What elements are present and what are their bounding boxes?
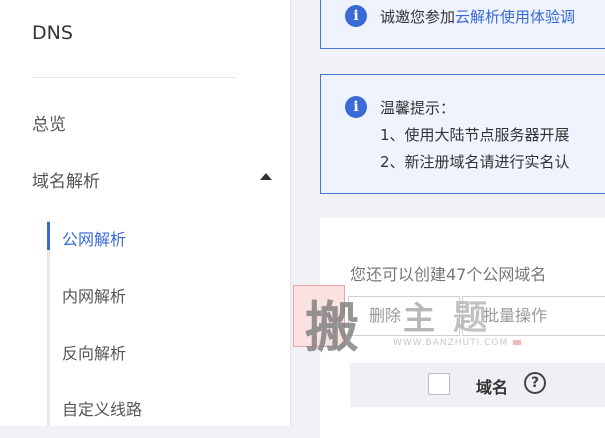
invitation-notice: i 诚邀您参加云解析使用体验调 [320,0,605,49]
info-icon: i [345,96,367,118]
submenu-active-indicator [47,222,50,250]
tips-line-1: 1、使用大陆节点服务器开展 [380,126,570,144]
sub-item-public-resolution[interactable]: 公网解析 [62,226,126,250]
sub-item-reverse-resolution[interactable]: 反向解析 [62,340,126,364]
sub-item-custom-line[interactable]: 自定义线路 [62,396,142,420]
caret-up-icon[interactable] [260,173,272,180]
quota-text: 您还可以创建47个公网域名 [350,265,547,284]
submenu-rail [47,220,50,426]
tips-notice: i 温馨提示： 1、使用大陆节点服务器开展 2、新注册域名请进行实名认 [320,74,605,194]
info-icon: i [345,5,367,27]
invitation-prefix: 诚邀您参加 [380,8,456,26]
nav-item-domain-resolution-label: 域名解析 [32,172,100,192]
brand-divider [32,77,236,78]
batch-operation-button[interactable]: 批量操作 [462,296,605,336]
tips-line-2: 2、新注册域名请进行实名认 [380,153,570,171]
delete-button[interactable]: 删除 [348,296,460,336]
survey-link[interactable]: 云解析使用体验调 [455,8,575,26]
nav-item-domain-resolution[interactable]: 域名解析 [32,167,272,192]
brand-title: DNS [32,22,73,44]
help-icon[interactable]: ? [524,372,546,394]
sidebar: DNS 总览 域名解析 公网解析 内网解析 反向解析 自定义线路 [0,0,291,426]
invitation-text: 诚邀您参加云解析使用体验调 [380,6,575,27]
table-header: 域名 ? [350,363,605,407]
sub-item-private-resolution[interactable]: 内网解析 [62,283,126,307]
column-header-domain: 域名 [476,378,509,397]
tips-title: 温馨提示： [380,99,456,117]
domain-list-panel: 您还可以创建47个公网域名 删除 批量操作 域名 ? [320,218,605,438]
select-all-checkbox[interactable] [428,373,450,395]
main-content: i 诚邀您参加云解析使用体验调 i 温馨提示： 1、使用大陆节点服务器开展 2、… [290,0,605,438]
nav-item-overview[interactable]: 总览 [32,110,66,135]
